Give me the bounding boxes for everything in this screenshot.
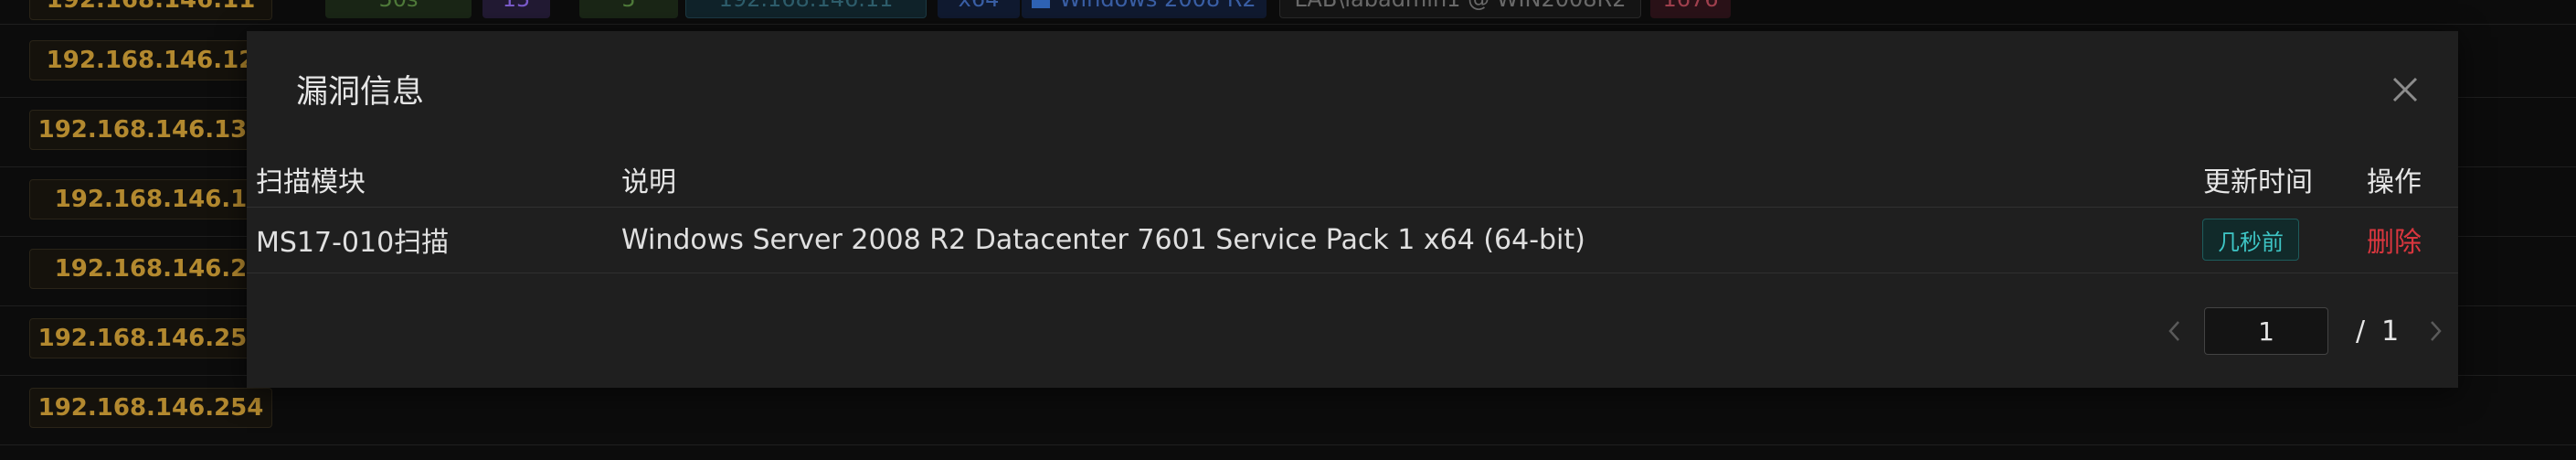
column-header-module[interactable]: 扫描模块 — [256, 159, 366, 199]
description-cell: Windows Server 2008 R2 Datacenter 7601 S… — [621, 223, 1585, 256]
os-label: Windows 2008 R2 — [1059, 0, 1256, 12]
internal-ip-cell: 192.168.146.11 — [685, 0, 927, 18]
count-cell: 5 — [579, 0, 678, 18]
delete-link[interactable]: 删除 — [2367, 219, 2422, 260]
ip-tag[interactable]: 192.168.146.254 — [29, 388, 272, 428]
page-input[interactable] — [2204, 307, 2328, 355]
vulnerability-info-modal: 漏洞信息 扫描模块 说明 更新时间 操作 MS17-010扫描 Windows … — [247, 31, 2458, 388]
table-row: MS17-010扫描 Windows Server 2008 R2 Datace… — [247, 207, 2458, 273]
prev-page-button[interactable] — [2157, 313, 2193, 349]
ip-tag[interactable]: 192.168.146.11 — [29, 0, 272, 20]
page-separator: / — [2356, 315, 2366, 348]
ip-tag[interactable]: 192.168.146.2 — [29, 249, 272, 289]
ip-tag[interactable]: 192.168.146.1 — [29, 179, 272, 219]
action-cell: 删除 — [2367, 207, 2422, 273]
updated-cell: 几秒前 — [2202, 207, 2299, 273]
chevron-left-icon — [2168, 321, 2179, 341]
column-header-description[interactable]: 说明 — [621, 159, 676, 199]
next-page-button[interactable] — [2417, 313, 2454, 349]
windows-icon — [1032, 0, 1051, 8]
close-button[interactable] — [2387, 71, 2423, 108]
os-cell: Windows 2008 R2 — [1022, 0, 1267, 18]
pid-cell: 1676 — [1650, 0, 1731, 18]
arch-cell: x64 — [938, 0, 1020, 18]
total-pages: 1 — [2381, 315, 2400, 348]
count-cell: 15 — [482, 0, 550, 18]
modal-title: 漏洞信息 — [296, 74, 425, 111]
close-icon — [2392, 77, 2418, 102]
column-header-updated[interactable]: 更新时间 — [2203, 159, 2313, 199]
chevron-right-icon — [2431, 321, 2442, 341]
pagination: / 1 — [2157, 305, 2454, 357]
user-cell: LAB\labadmin1 @ WIN2008R2 — [1279, 0, 1641, 18]
table-row: 192.168.146.11 50s 15 5 192.168.146.11 x… — [0, 0, 2576, 25]
ip-tag[interactable]: 192.168.146.255 — [29, 318, 272, 358]
module-cell: MS17-010扫描 — [256, 227, 450, 259]
time-cell: 50s — [325, 0, 472, 18]
ip-tag[interactable]: 192.168.146.12 — [29, 40, 272, 80]
time-badge: 几秒前 — [2202, 219, 2299, 261]
column-header-action[interactable]: 操作 — [2367, 159, 2422, 199]
table-header: 扫描模块 说明 更新时间 操作 — [247, 150, 2458, 208]
ip-tag[interactable]: 192.168.146.130 — [29, 110, 272, 150]
